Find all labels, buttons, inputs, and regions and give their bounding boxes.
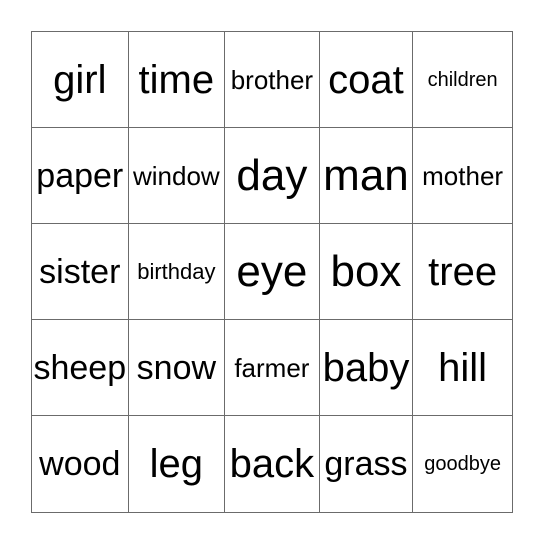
bingo-card: girl time brother coat children paper wi… [31, 31, 513, 513]
bingo-cell[interactable]: day [225, 128, 320, 224]
bingo-cell[interactable]: sister [32, 224, 129, 320]
bingo-cell[interactable]: children [413, 32, 512, 128]
bingo-cell-word: back [229, 442, 315, 486]
bingo-cell-word: box [330, 246, 402, 296]
bingo-cell[interactable]: snow [128, 320, 226, 416]
bingo-row: paper window day man mother [32, 128, 512, 224]
bingo-cell[interactable]: birthday [128, 224, 226, 320]
bingo-cell-word: eye [236, 246, 308, 296]
bingo-cell[interactable]: coat [319, 32, 414, 128]
bingo-cell[interactable]: man [319, 128, 414, 224]
bingo-cell-word: goodbye [424, 453, 501, 475]
bingo-cell-word: snow [136, 348, 217, 387]
bingo-cell-word: sheep [33, 348, 127, 387]
bingo-cell[interactable]: grass [319, 416, 414, 512]
bingo-cell-word: girl [53, 57, 107, 102]
bingo-cell[interactable]: time [128, 32, 226, 128]
bingo-cell[interactable]: baby [319, 320, 414, 416]
bingo-cell[interactable]: tree [413, 224, 512, 320]
bingo-cell-word: paper [36, 156, 124, 195]
bingo-cell[interactable]: paper [32, 128, 129, 224]
bingo-cell-word: sister [39, 252, 121, 291]
bingo-cell[interactable]: sheep [32, 320, 129, 416]
bingo-cell[interactable]: mother [413, 128, 512, 224]
bingo-cell-word: leg [149, 442, 204, 486]
bingo-cell-word: mother [422, 160, 504, 191]
bingo-cell-word: grass [324, 445, 408, 483]
bingo-cell-word: hill [438, 345, 488, 390]
bingo-cell-word: coat [328, 57, 404, 102]
bingo-cell[interactable]: leg [128, 416, 226, 512]
bingo-cell[interactable]: box [319, 224, 414, 320]
bingo-cell-word: farmer [234, 352, 310, 383]
bingo-cell-word: tree [428, 249, 498, 294]
bingo-cell-word: children [427, 68, 498, 91]
bingo-cell-word: birthday [137, 258, 216, 284]
bingo-cell[interactable]: back [225, 416, 320, 512]
bingo-cell[interactable]: window [128, 128, 226, 224]
bingo-cell[interactable]: farmer [225, 320, 320, 416]
bingo-row: sheep snow farmer baby hill [32, 320, 512, 416]
bingo-row: girl time brother coat children [32, 32, 512, 128]
bingo-cell[interactable]: girl [32, 32, 129, 128]
bingo-cell-word: day [236, 150, 308, 200]
bingo-row: wood leg back grass goodbye [32, 416, 512, 512]
bingo-cell-word: window [132, 160, 220, 191]
bingo-cell[interactable]: goodbye [413, 416, 512, 512]
bingo-cell[interactable]: wood [32, 416, 129, 512]
bingo-cell-word: wood [39, 445, 121, 483]
bingo-cell-word: time [138, 57, 215, 102]
bingo-cell-word: man [323, 150, 409, 200]
bingo-cell-word: brother [230, 64, 314, 95]
bingo-cell[interactable]: eye [225, 224, 320, 320]
bingo-row: sister birthday eye box tree [32, 224, 512, 320]
bingo-cell[interactable]: brother [225, 32, 320, 128]
bingo-cell[interactable]: hill [413, 320, 512, 416]
bingo-cell-word: baby [322, 345, 410, 390]
